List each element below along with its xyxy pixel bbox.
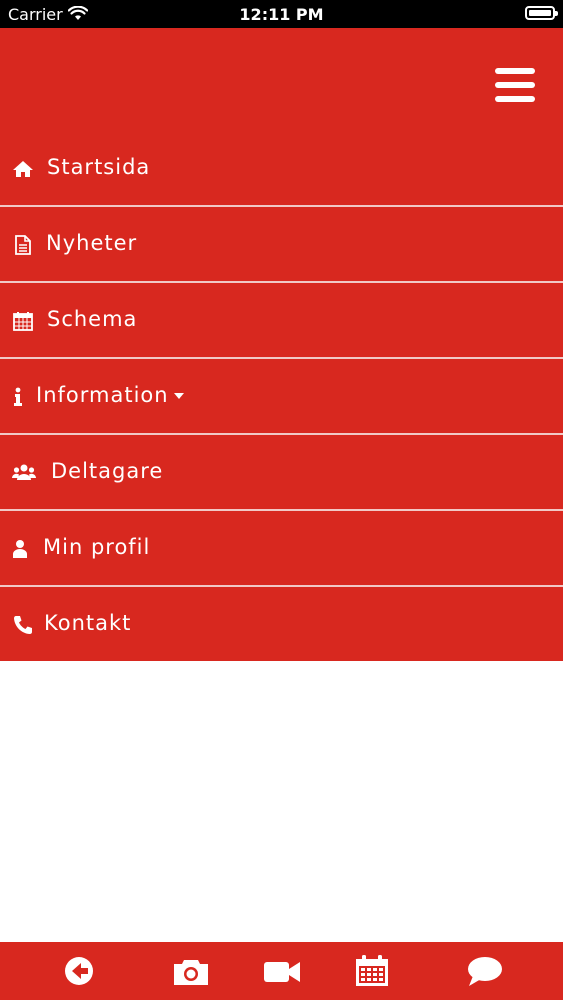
phone-icon: [14, 616, 32, 634]
navigation-menu: Startsida Nyheter Schema Information Del…: [0, 131, 563, 661]
camera-icon[interactable]: [171, 954, 211, 988]
menu-item-startsida[interactable]: Startsida: [0, 131, 563, 207]
menu-item-label: Min profil: [43, 535, 151, 559]
menu-item-nyheter[interactable]: Nyheter: [0, 207, 563, 283]
info-icon: [14, 387, 22, 406]
menu-item-kontakt[interactable]: Kontakt: [0, 587, 563, 661]
menu-item-label: Schema: [47, 307, 138, 331]
hamburger-icon[interactable]: [495, 68, 535, 102]
calendar-icon: [13, 312, 33, 331]
chat-bubble-icon[interactable]: [465, 954, 505, 988]
battery-icon: [525, 6, 558, 20]
app-header: [0, 28, 563, 131]
user-icon: [13, 540, 27, 558]
clock: 12:11 PM: [239, 5, 324, 24]
menu-item-deltagare[interactable]: Deltagare: [0, 435, 563, 511]
menu-item-label: Kontakt: [44, 611, 132, 635]
menu-item-schema[interactable]: Schema: [0, 283, 563, 359]
hamburger-line: [495, 68, 535, 74]
hamburger-line: [495, 96, 535, 102]
status-bar: Carrier 12:11 PM: [0, 0, 563, 28]
menu-item-label: Information: [36, 383, 184, 407]
home-icon: [13, 161, 33, 177]
menu-item-label: Nyheter: [46, 231, 138, 255]
menu-item-information[interactable]: Information: [0, 359, 563, 435]
caret-down-icon: [173, 393, 184, 399]
bottom-tab-bar: [0, 942, 563, 1000]
video-camera-icon[interactable]: [262, 954, 302, 988]
users-icon: [12, 464, 36, 480]
menu-item-label-text: Information: [36, 383, 169, 407]
hamburger-line: [495, 82, 535, 88]
menu-item-label: Startsida: [47, 155, 151, 179]
menu-item-min-profil[interactable]: Min profil: [0, 511, 563, 587]
document-icon: [15, 235, 31, 255]
back-arrow-icon[interactable]: [60, 954, 100, 988]
calendar-icon[interactable]: [352, 954, 392, 988]
menu-item-label: Deltagare: [51, 459, 164, 483]
